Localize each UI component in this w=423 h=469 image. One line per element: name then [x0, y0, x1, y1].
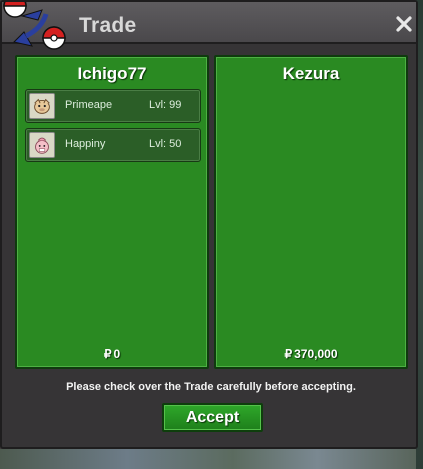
- trainer-name-right: Kezura: [282, 64, 340, 83]
- money-offer-left: ₽0: [17, 347, 207, 361]
- offer-panel-left: Ichigo77 Primeape Lvl: 99 Happiny Lvl: 5…: [15, 55, 209, 369]
- currency-symbol: ₽: [103, 347, 112, 361]
- accept-button[interactable]: Accept: [162, 403, 263, 432]
- window-title: Trade: [79, 14, 137, 37]
- pokemon-name: Happiny: [65, 138, 106, 150]
- money-offer-right: ₽370,000: [216, 347, 406, 361]
- money-amount: 370,000: [294, 347, 338, 361]
- game-background: [0, 449, 423, 469]
- pokemon-level: Lvl: 50: [149, 138, 182, 150]
- pokeball-logo-icon: [3, 2, 66, 50]
- close-icon[interactable]: [395, 15, 413, 33]
- pokemon-level: Lvl: 99: [149, 99, 182, 111]
- pokemon-slot-happiny[interactable]: Happiny Lvl: 50: [25, 128, 201, 162]
- primeape-sprite-icon: [29, 93, 55, 119]
- trainer-name-left: Ichigo77: [77, 64, 147, 83]
- trade-window: Trade Ichigo77 Primeape Lvl: 99 Happiny …: [0, 0, 418, 449]
- pokemon-slot-primeape[interactable]: Primeape Lvl: 99: [25, 89, 201, 123]
- money-amount: 0: [113, 347, 121, 361]
- offer-panel-right: Kezura ₽370,000: [214, 55, 408, 369]
- happiny-sprite-icon: [29, 132, 55, 158]
- pokemon-name: Primeape: [65, 99, 113, 111]
- currency-symbol: ₽: [284, 347, 293, 361]
- trade-notice: Please check over the Trade carefully be…: [66, 381, 356, 393]
